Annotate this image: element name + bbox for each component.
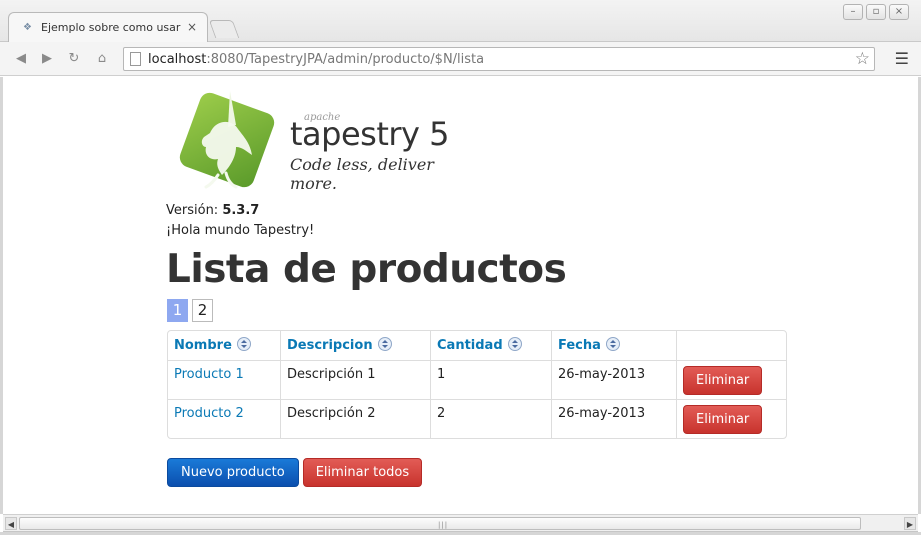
table-row: Producto 2 Descripción 2 2 26-may-2013 E…: [168, 399, 786, 438]
delete-button[interactable]: Eliminar: [683, 366, 763, 395]
delete-all-button[interactable]: Eliminar todos: [302, 458, 423, 487]
horizontal-scrollbar[interactable]: ◀ ||| ▶: [3, 514, 918, 532]
grip-icon: |||: [438, 521, 449, 529]
back-arrow-icon[interactable]: ◀: [12, 50, 30, 68]
logo-name-text: tapestry 5: [290, 115, 450, 153]
browser-toolbar: ◀ ▶ ↻ ⌂ localhost:8080/TapestryJPA/admin…: [0, 42, 921, 76]
sort-icon[interactable]: [236, 337, 251, 351]
version-line: Versión: 5.3.7: [166, 203, 259, 218]
pagination: 1 2: [167, 299, 213, 322]
unicorn-logo-icon: [179, 91, 275, 189]
header-descripcion[interactable]: Descripcion: [280, 331, 430, 360]
tapestry-logo: apache tapestry 5 Code less, deliver mor…: [166, 85, 466, 193]
cell-fecha: 26-may-2013: [551, 360, 676, 399]
product-link[interactable]: Producto 1: [174, 367, 244, 382]
reload-icon[interactable]: ↻: [65, 50, 83, 68]
address-bar[interactable]: localhost:8080/TapestryJPA/admin/product…: [123, 47, 875, 71]
hello-text: ¡Hola mundo Tapestry!: [166, 223, 315, 238]
actions-bar: Nuevo producto Eliminar todos: [167, 458, 423, 487]
minimize-icon[interactable]: –: [843, 4, 863, 20]
menu-icon[interactable]: ☰: [895, 50, 909, 68]
tab-close-icon[interactable]: ×: [187, 20, 197, 34]
restore-icon[interactable]: ▫: [866, 4, 886, 20]
version-label: Versión:: [166, 203, 219, 218]
product-link[interactable]: Producto 2: [174, 406, 244, 421]
table-header-row: Nombre Descripcion Cantidad Fecha: [168, 331, 786, 360]
scrollbar-thumb[interactable]: |||: [19, 517, 861, 530]
header-fecha[interactable]: Fecha: [551, 331, 676, 360]
page-link-2[interactable]: 2: [192, 299, 213, 322]
cell-descripcion: Descripción 1: [280, 360, 430, 399]
window-controls: – ▫ ×: [843, 4, 909, 20]
sort-icon[interactable]: [377, 337, 392, 351]
scroll-left-icon[interactable]: ◀: [5, 517, 17, 530]
table-row: Producto 1 Descripción 1 1 26-may-2013 E…: [168, 360, 786, 399]
header-actions: [676, 331, 786, 360]
tab-title: Ejemplo sobre como usar: [41, 21, 181, 34]
url-text[interactable]: localhost:8080/TapestryJPA/admin/product…: [148, 52, 484, 67]
close-window-icon[interactable]: ×: [889, 4, 909, 20]
cell-fecha: 26-may-2013: [551, 399, 676, 438]
cell-descripcion: Descripción 2: [280, 399, 430, 438]
home-icon[interactable]: ⌂: [93, 50, 111, 68]
sort-icon[interactable]: [605, 337, 620, 351]
page-title: Lista de productos: [166, 247, 567, 292]
browser-titlebar: ❖ Ejemplo sobre como usar × – ▫ ×: [0, 0, 921, 42]
new-tab-button[interactable]: [208, 20, 240, 38]
page-icon: [130, 52, 141, 66]
bookmark-star-icon[interactable]: ☆: [855, 49, 870, 69]
scroll-right-icon[interactable]: ▶: [904, 517, 916, 530]
header-nombre[interactable]: Nombre: [168, 331, 280, 360]
forward-arrow-icon[interactable]: ▶: [38, 50, 56, 68]
page-link-1[interactable]: 1: [167, 299, 188, 322]
header-cantidad[interactable]: Cantidad: [430, 331, 551, 360]
cell-cantidad: 1: [430, 360, 551, 399]
browser-tab[interactable]: ❖ Ejemplo sobre como usar ×: [8, 12, 208, 42]
page-favicon-icon: ❖: [23, 22, 32, 33]
page-content: apache tapestry 5 Code less, deliver mor…: [0, 77, 921, 514]
logo-tagline-text: Code less, deliver more.: [290, 155, 434, 193]
version-value: 5.3.7: [222, 203, 260, 218]
delete-button[interactable]: Eliminar: [683, 405, 763, 434]
new-product-button[interactable]: Nuevo producto: [167, 458, 299, 487]
cell-cantidad: 2: [430, 399, 551, 438]
sort-icon[interactable]: [507, 337, 522, 351]
products-table: Nombre Descripcion Cantidad Fecha Produc…: [167, 330, 787, 439]
